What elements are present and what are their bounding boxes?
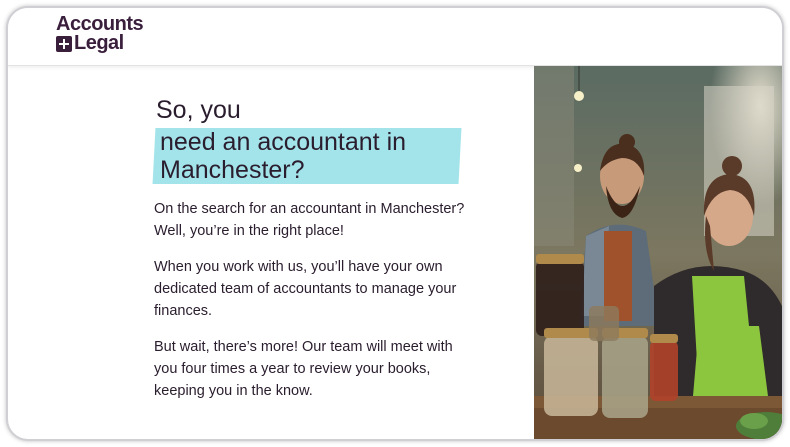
hero-title: So, you need an accountant in Manchester… [152, 96, 494, 184]
logo-line2: Legal [56, 32, 143, 54]
meetings-paragraph: But wait, there’s more! Our team will me… [154, 339, 453, 399]
logo-text-line2: Legal [74, 32, 124, 54]
hero-title-line3: Manchester? [160, 156, 305, 184]
page-frame: Accounts Legal So, you need an accountan… [6, 6, 784, 441]
intro-paragraph: On the search for an accountant in Manch… [154, 201, 465, 239]
hero-content: So, you need an accountant in Manchester… [152, 96, 494, 402]
hero-title-line2: need an accountant in [160, 128, 407, 156]
hero-title-line1: So, you [156, 96, 241, 124]
accounts-legal-logo[interactable]: Accounts Legal [56, 14, 144, 54]
shopkeepers-image [534, 66, 782, 439]
plus-icon [56, 36, 72, 52]
hero-title-highlight: need an accountant in Manchester? [152, 126, 462, 184]
site-header: Accounts Legal [8, 8, 782, 66]
hero-photo [534, 66, 782, 439]
team-paragraph: When you work with us, you’ll have your … [154, 259, 457, 319]
